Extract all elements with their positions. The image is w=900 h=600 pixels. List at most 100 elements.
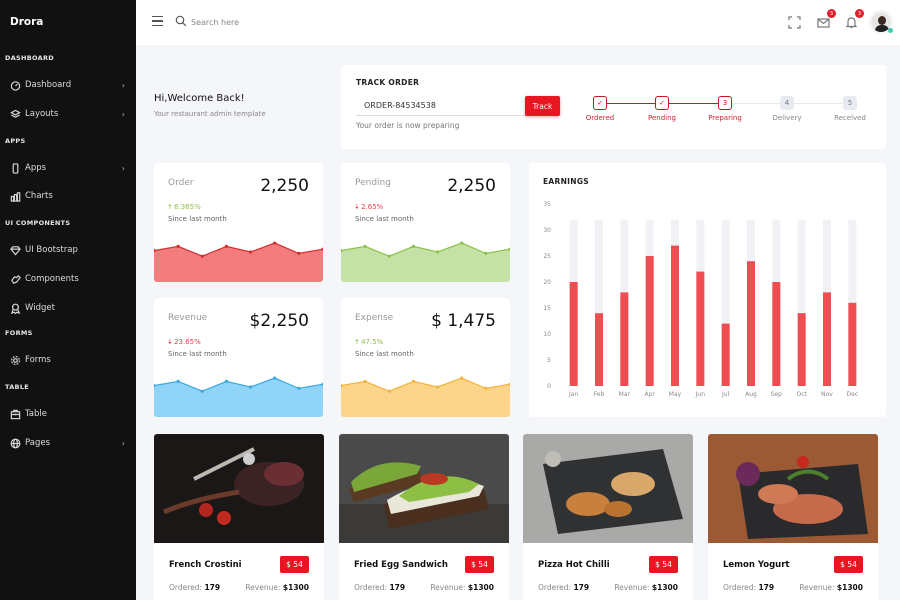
stat-label: Revenue [168,313,208,323]
stat-label: Order [168,178,194,188]
stat-label: Pending [355,178,391,188]
mail-icon [817,18,830,28]
x-tick-label: Mar [619,391,631,398]
sparkline-point [435,250,440,254]
sparkline-point [363,379,367,383]
sidebar-item-label: Dashboard [25,80,72,90]
speedometer-icon [9,79,21,91]
top-header: 3 3 [136,0,900,45]
menu-toggle-icon[interactable] [152,16,163,26]
section-dashboard: DASHBOARD [5,54,54,62]
sidebar-item-layouts[interactable]: Layouts › [9,105,127,123]
sidebar-item-label: Apps [25,163,47,173]
food-card[interactable]: Pizza Hot Chilli $ 54 Ordered: 179 Reven… [523,434,693,600]
sparkline-chart [154,376,323,417]
stat-since: Since last month [168,350,227,358]
step-marker: 5 [843,96,857,110]
sidebar-item-components[interactable]: Components [9,270,127,288]
sparkline-point [176,244,180,248]
sidebar-item-label: Components [25,274,79,284]
bell-icon [845,17,858,29]
price-badge[interactable]: $ 54 [280,556,309,573]
y-tick-label: 10 [543,331,551,338]
search-input[interactable] [191,14,331,30]
x-tick-label: Sep [771,391,783,398]
sidebar-item-label: Widget [25,303,55,313]
step-delivery: 4 Delivery [762,96,812,122]
revenue-amount: Revenue: $1300 [614,583,678,592]
stat-since: Since last month [355,350,414,358]
sparkline-point [387,389,391,393]
search-icon [175,15,187,27]
brand-logo[interactable]: Drora [10,16,43,28]
step-marker: 4 [780,96,794,110]
bar-nov[interactable] [823,292,831,386]
sidebar-item-table[interactable]: Table [9,405,127,423]
sparkline-point [297,386,301,390]
step-label: Delivery [772,114,802,122]
sidebar-item-forms[interactable]: Forms [9,351,127,369]
sparkline-point [200,254,204,258]
notification-button[interactable]: 3 [845,9,864,29]
sidebar-item-label: Charts [25,191,53,201]
stat-value: $2,250 [249,311,309,331]
sidebar-item-charts[interactable]: Charts [9,187,127,205]
step-label: Preparing [708,114,742,122]
welcome-title: Hi,Welcome Back! [154,93,245,104]
bar-aug[interactable] [747,261,755,386]
sparkline-chart [341,376,510,417]
food-card[interactable]: French Crostini $ 54 Ordered: 179 Revenu… [154,434,324,600]
sidebar-item-dashboard[interactable]: Dashboard › [9,76,127,94]
bar-oct[interactable] [797,313,806,386]
x-tick-label: Jul [721,391,730,398]
stat-since: Since last month [355,215,414,223]
sparkline-chart [154,241,323,282]
bar-sep[interactable] [772,282,781,386]
track-order-title: TRACK ORDER [356,78,420,87]
sparkline-point [200,389,204,393]
step-label: Pending [648,114,676,122]
fullscreen-icon[interactable] [788,14,802,29]
bar-mar[interactable] [620,292,629,386]
arrow-down-icon: 🠇 [355,203,359,211]
sidebar-item-apps[interactable]: Apps › [9,159,127,177]
bar-jun[interactable] [696,271,705,386]
step-label: Ordered [585,114,615,122]
stat-card-pending: Pending 2,250 🠇 2.65% Since last month [341,163,510,282]
sparkline-point [460,241,464,245]
sidebar-item-label: Layouts [25,109,59,119]
hand-icon [9,273,21,285]
sidebar-item-widget[interactable]: Widget [9,299,127,317]
sidebar-item-pages[interactable]: Pages › [9,434,127,452]
sparkline-point [460,376,464,380]
sparkline-point [387,254,391,258]
y-tick-label: 25 [543,253,551,260]
bar-feb[interactable] [595,313,603,386]
sidebar-item-ui-bootstrap[interactable]: UI Bootstrap [9,241,127,259]
stat-change: 🠇 2.65% [355,203,384,211]
chevron-right-icon: › [121,109,125,119]
price-badge[interactable]: $ 54 [465,556,494,573]
price-badge[interactable]: $ 54 [649,556,678,573]
sparkline-point [484,251,488,255]
track-button[interactable]: Track [525,96,560,116]
price-badge[interactable]: $ 54 [834,556,863,573]
bar-dec[interactable] [848,302,857,386]
step-marker: ✓ [655,96,669,110]
bar-jan[interactable] [569,282,578,386]
bar-jul[interactable] [721,323,730,386]
mail-button[interactable]: 3 [817,9,836,28]
globe-icon [9,437,21,449]
welcome-subtitle: Your restaurant admin template [154,110,266,118]
bar-may[interactable] [671,245,679,386]
y-tick-label: 30 [543,227,551,234]
sidebar-item-label: Forms [25,355,51,365]
step-marker: 3 [718,96,732,110]
food-card[interactable]: Fried Egg Sandwich $ 54 Ordered: 179 Rev… [339,434,509,600]
order-id-input[interactable] [356,96,526,116]
x-tick-label: Aug [745,391,757,398]
arrow-down-icon: 🠇 [168,338,172,346]
food-card[interactable]: Lemon Yogurt $ 54 Ordered: 179 Revenue: … [708,434,878,600]
bar-apr[interactable] [645,256,654,386]
y-tick-label: 0 [547,383,551,390]
